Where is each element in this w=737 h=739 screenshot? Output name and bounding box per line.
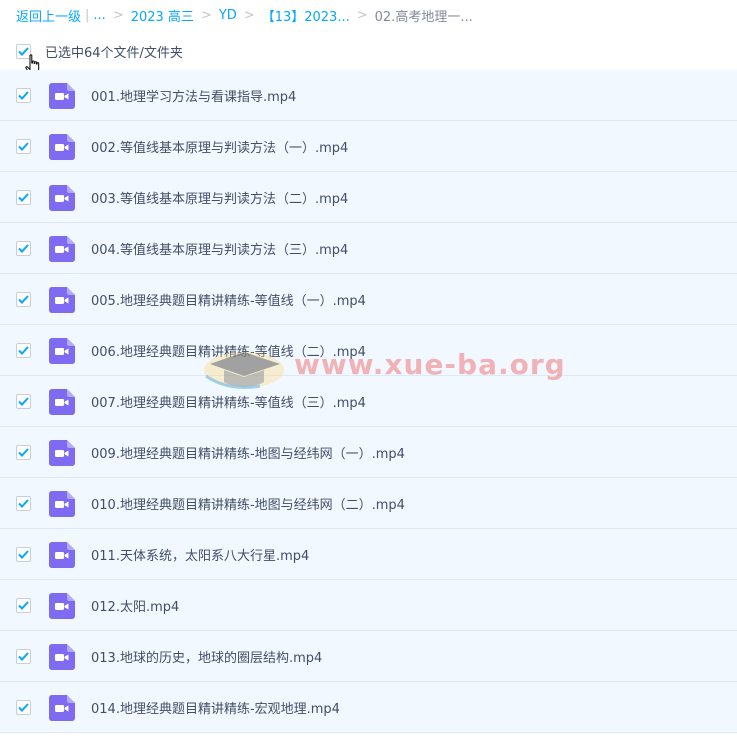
video-file-icon xyxy=(49,287,75,313)
video-file-icon xyxy=(49,593,75,619)
file-name: 006.地理经典题目精讲精练-等值线（二）.mp4 xyxy=(91,345,366,360)
video-file-icon xyxy=(49,440,75,466)
file-row[interactable]: 005.地理经典题目精讲精练-等值线（一）.mp4 xyxy=(0,274,737,325)
file-name: 010.地理经典题目精讲精练-地图与经纬网（二）.mp4 xyxy=(91,498,405,513)
check-icon xyxy=(18,703,29,712)
file-row[interactable]: 003.等值线基本原理与判读方法（二）.mp4 xyxy=(0,172,737,223)
breadcrumb: 返回上一级 | ... > 2023 高三 > YD > 【13】2023...… xyxy=(16,5,473,25)
breadcrumb-item-13[interactable]: 【13】2023... xyxy=(262,6,350,25)
file-row[interactable]: 010.地理经典题目精讲精练-地图与经纬网（二）.mp4 xyxy=(0,478,737,529)
file-checkbox[interactable] xyxy=(16,496,31,511)
check-icon xyxy=(18,499,29,508)
file-list: 001.地理学习方法与看课指导.mp4 002.等值线基本原理与判读方法（一）.… xyxy=(0,70,737,733)
video-file-icon xyxy=(49,542,75,568)
video-file-icon xyxy=(49,236,75,262)
select-all-bar: 已选中64个文件/文件夹 xyxy=(16,42,183,61)
breadcrumb-item-yd[interactable]: YD xyxy=(219,8,237,23)
file-checkbox[interactable] xyxy=(16,241,31,256)
video-file-icon xyxy=(49,338,75,364)
file-name: 003.等值线基本原理与判读方法（二）.mp4 xyxy=(91,192,349,207)
file-row[interactable]: 013.地球的历史，地球的圈层结构.mp4 xyxy=(0,631,737,682)
check-icon xyxy=(18,397,29,406)
file-row[interactable]: 011.天体系统，太阳系八大行星.mp4 xyxy=(0,529,737,580)
check-icon xyxy=(18,244,29,253)
file-checkbox[interactable] xyxy=(16,292,31,307)
file-name: 001.地理学习方法与看课指导.mp4 xyxy=(91,90,297,105)
file-checkbox[interactable] xyxy=(16,598,31,613)
video-file-icon xyxy=(49,134,75,160)
breadcrumb-divider: | xyxy=(85,7,90,23)
file-checkbox[interactable] xyxy=(16,190,31,205)
video-file-icon xyxy=(49,491,75,517)
check-icon xyxy=(18,448,29,457)
breadcrumb-ellipsis[interactable]: ... xyxy=(93,8,105,23)
video-file-icon xyxy=(49,83,75,109)
breadcrumb-separator-icon: > xyxy=(356,7,368,23)
file-checkbox[interactable] xyxy=(16,343,31,358)
check-icon xyxy=(18,91,29,100)
file-browser-page: 返回上一级 | ... > 2023 高三 > YD > 【13】2023...… xyxy=(0,0,737,739)
video-file-icon xyxy=(49,389,75,415)
check-icon xyxy=(18,295,29,304)
check-icon xyxy=(18,601,29,610)
file-checkbox[interactable] xyxy=(16,547,31,562)
breadcrumb-current: 02.高考地理一... xyxy=(374,9,473,25)
file-checkbox[interactable] xyxy=(16,649,31,664)
file-row[interactable]: 014.地理经典题目精讲精练-宏观地理.mp4 xyxy=(0,682,737,733)
back-link[interactable]: 返回上一级 xyxy=(16,6,81,25)
file-name: 002.等值线基本原理与判读方法（一）.mp4 xyxy=(91,141,349,156)
file-row[interactable]: 001.地理学习方法与看课指导.mp4 xyxy=(0,70,737,121)
file-name: 011.天体系统，太阳系八大行星.mp4 xyxy=(91,549,310,564)
video-file-icon xyxy=(49,185,75,211)
check-icon xyxy=(18,193,29,202)
check-icon xyxy=(18,142,29,151)
file-row[interactable]: 007.地理经典题目精讲精练-等值线（三）.mp4 xyxy=(0,376,737,427)
file-name: 013.地球的历史，地球的圈层结构.mp4 xyxy=(91,651,323,666)
file-row[interactable]: 004.等值线基本原理与判读方法（三）.mp4 xyxy=(0,223,737,274)
breadcrumb-separator-icon: > xyxy=(112,7,124,23)
file-row[interactable]: 006.地理经典题目精讲精练-等值线（二）.mp4 xyxy=(0,325,737,376)
video-file-icon xyxy=(49,644,75,670)
breadcrumb-separator-icon: > xyxy=(243,7,255,23)
check-icon xyxy=(18,652,29,661)
file-checkbox[interactable] xyxy=(16,88,31,103)
file-name: 007.地理经典题目精讲精练-等值线（三）.mp4 xyxy=(91,396,366,411)
selection-count-label: 已选中64个文件/文件夹 xyxy=(45,45,183,61)
file-name: 004.等值线基本原理与判读方法（三）.mp4 xyxy=(91,243,349,258)
file-row[interactable]: 012.太阳.mp4 xyxy=(0,580,737,631)
file-name: 009.地理经典题目精讲精练-地图与经纬网（一）.mp4 xyxy=(91,447,405,462)
file-checkbox[interactable] xyxy=(16,139,31,154)
breadcrumb-item-2023[interactable]: 2023 高三 xyxy=(131,6,194,25)
file-checkbox[interactable] xyxy=(16,700,31,715)
check-icon xyxy=(18,550,29,559)
file-name: 005.地理经典题目精讲精练-等值线（一）.mp4 xyxy=(91,294,366,309)
file-checkbox[interactable] xyxy=(16,394,31,409)
breadcrumb-separator-icon: > xyxy=(200,7,212,23)
file-name: 014.地理经典题目精讲精练-宏观地理.mp4 xyxy=(91,702,340,717)
file-name: 012.太阳.mp4 xyxy=(91,600,180,615)
check-icon xyxy=(18,346,29,355)
file-row[interactable]: 009.地理经典题目精讲精练-地图与经纬网（一）.mp4 xyxy=(0,427,737,478)
file-checkbox[interactable] xyxy=(16,445,31,460)
video-file-icon xyxy=(49,695,75,721)
file-row[interactable]: 002.等值线基本原理与判读方法（一）.mp4 xyxy=(0,121,737,172)
